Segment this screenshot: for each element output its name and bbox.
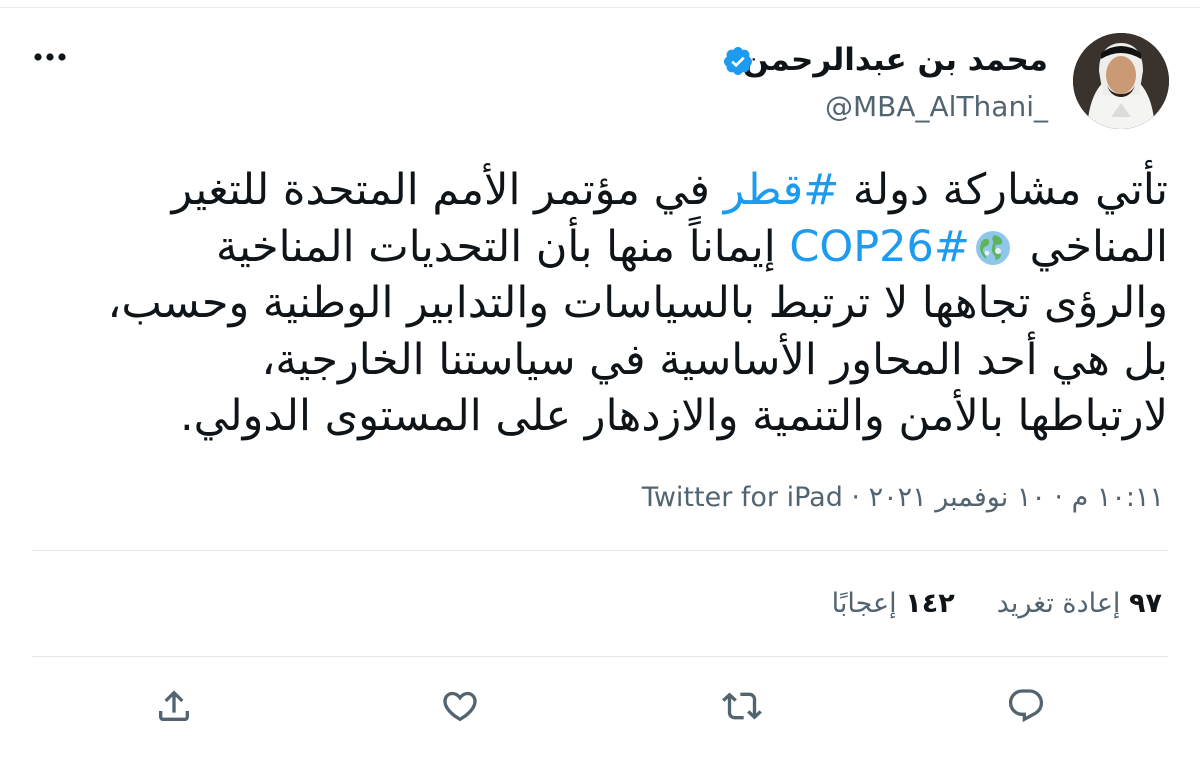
- tweet-line: لارتباطها بالأمن والتنمية والازدهار على …: [179, 391, 1168, 441]
- retweet-icon: [722, 692, 762, 720]
- tweet-source[interactable]: Twitter for iPad: [642, 482, 843, 513]
- retweet-button[interactable]: [720, 684, 764, 728]
- reply-button[interactable]: [1004, 684, 1048, 728]
- likes-label: إعجابًا: [831, 588, 897, 619]
- more-horizontal-icon: [34, 53, 66, 61]
- tweet-line: المناخي #COP26 إيماناً منها بأن التحديات…: [28, 219, 1168, 276]
- user-handle[interactable]: @MBA_AlThani_: [825, 90, 1048, 123]
- meta-separator: ·: [1045, 482, 1072, 513]
- globe-emoji-icon: [975, 230, 1010, 265]
- verified-badge-icon: [723, 47, 752, 75]
- top-divider: [0, 7, 1200, 8]
- share-button[interactable]: [152, 684, 196, 728]
- retweets-stat[interactable]: ٩٧ إعادة تغريد: [997, 588, 1162, 619]
- display-name[interactable]: محمد بن عبدالرحمن: [742, 42, 1048, 78]
- retweets-label: إعادة تغريد: [996, 588, 1121, 619]
- tweet-card: محمد بن عبدالرحمن @MBA_AlThani_ تأتي مشا…: [0, 0, 1200, 773]
- hashtag-qatar[interactable]: #قطر: [724, 165, 840, 215]
- like-button[interactable]: [438, 684, 482, 728]
- tweet-text-segment: إيماناً منها بأن التحديات المناخية: [215, 221, 790, 272]
- tweet-time[interactable]: ١٠:١١ م: [1072, 482, 1164, 513]
- divider: [32, 656, 1168, 657]
- tweet-line: بل هي أحد المحاور الأساسية في سياستنا ال…: [261, 334, 1168, 385]
- retweets-count: ٩٧: [1129, 588, 1162, 619]
- tweet-stats: ٩٧ إعادة تغريد ١٤٢ إعجابًا: [790, 588, 1162, 619]
- meta-separator: ·: [842, 482, 869, 513]
- tweet-line: والرؤى تجاهها لا ترتبط بالسياسات والتداب…: [107, 278, 1168, 328]
- tweet-meta: ١٠:١١ م · ١٠ نوفمبر ٢٠٢١ · Twitter for i…: [642, 482, 1164, 513]
- tweet-text: تأتي مشاركة دولة #قطر في مؤتمر الأمم الم…: [28, 162, 1168, 445]
- tweet-text-segment: تأتي مشاركة دولة: [839, 165, 1168, 215]
- more-button[interactable]: [30, 42, 70, 72]
- tweet-line: تأتي مشاركة دولة #قطر في مؤتمر الأمم الم…: [28, 162, 1169, 219]
- share-icon: [159, 690, 189, 721]
- avatar-image: [1073, 33, 1169, 129]
- divider: [32, 550, 1168, 551]
- heart-icon: [443, 691, 477, 722]
- likes-count: ١٤٢: [905, 588, 955, 619]
- tweet-text-segment: المناخي: [1015, 221, 1168, 272]
- tweet-date[interactable]: ١٠ نوفمبر ٢٠٢١: [869, 482, 1046, 513]
- hashtag-cop26[interactable]: #COP26: [789, 222, 970, 272]
- reply-icon: [1008, 689, 1044, 723]
- likes-stat[interactable]: ١٤٢ إعجابًا: [832, 588, 955, 619]
- tweet-text-segment: في مؤتمر الأمم المتحدة للتغير: [171, 165, 724, 215]
- avatar[interactable]: [1073, 33, 1169, 129]
